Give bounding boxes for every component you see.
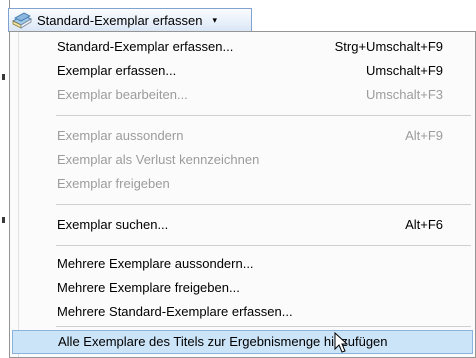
menu-item-label: Exemplar suchen... [57,217,169,232]
menu-item-exemplar-als-verlust: Exemplar als Verlust kennzeichnen [10,148,475,172]
menu-item-label: Standard-Exemplar erfassen... [57,39,234,54]
menu-item-exemplar-freigeben: Exemplar freigeben [10,172,475,196]
menu-item-shortcut: Alt+F9 [405,128,443,143]
toolbar-button-label: Standard-Exemplar erfassen [37,12,203,28]
menu-separator [56,115,471,116]
menu-separator [56,204,471,205]
menu-separator [56,326,471,327]
menu-item-label: Mehrere Exemplare freigeben... [57,280,240,295]
menu-item-standard-exemplar-erfassen[interactable]: Standard-Exemplar erfassen... Strg+Umsch… [10,35,475,59]
menu-item-exemplar-bearbeiten: Exemplar bearbeiten... Umschalt+F3 [10,83,475,107]
edge-marker [2,74,5,80]
menu-item-shortcut: Umschalt+F9 [366,63,443,78]
dropdown-menu: Standard-Exemplar erfassen... Strg+Umsch… [9,31,476,358]
chevron-down-icon: ▾ [212,14,218,25]
menu-item-shortcut: Strg+Umschalt+F9 [334,39,443,54]
menu-item-label: Exemplar als Verlust kennzeichnen [57,152,260,167]
mouse-cursor-icon [334,332,348,353]
menu-item-alle-exemplare-hinzufuegen[interactable]: Alle Exemplare des Titels zur Ergebnisme… [12,330,473,354]
menu-item-label: Exemplar freigeben [57,176,170,191]
menu-item-shortcut: Umschalt+F3 [366,87,443,102]
books-icon [11,12,33,29]
menu-item-label: Exemplar bearbeiten... [57,87,188,102]
menu-item-label: Mehrere Standard-Exemplare erfassen... [57,304,293,319]
menu-separator [56,245,471,246]
menu-item-label: Exemplar erfassen... [57,63,177,78]
menu-item-label: Mehrere Exemplare aussondern... [57,256,254,271]
menu-item-exemplar-suchen[interactable]: Exemplar suchen... Alt+F6 [10,213,475,237]
menu-item-exemplar-erfassen[interactable]: Exemplar erfassen... Umschalt+F9 [10,59,475,83]
menu-item-label: Exemplar aussondern [57,128,184,143]
menu-item-shortcut: Alt+F6 [405,217,443,232]
menu-item-mehrere-exemplare-aussondern[interactable]: Mehrere Exemplare aussondern... [10,252,475,276]
menu-item-mehrere-exemplare-freigeben[interactable]: Mehrere Exemplare freigeben... [10,276,475,300]
screen: Standard-Exemplar erfassen ▾ Standard-Ex… [0,0,476,358]
edge-marker [2,217,5,223]
menu-item-mehrere-standard-exemplare-erfassen[interactable]: Mehrere Standard-Exemplare erfassen... [10,300,475,324]
menu-item-exemplar-aussondern: Exemplar aussondern Alt+F9 [10,124,475,148]
standard-exemplar-dropdown-button[interactable]: Standard-Exemplar erfassen ▾ [8,8,252,32]
